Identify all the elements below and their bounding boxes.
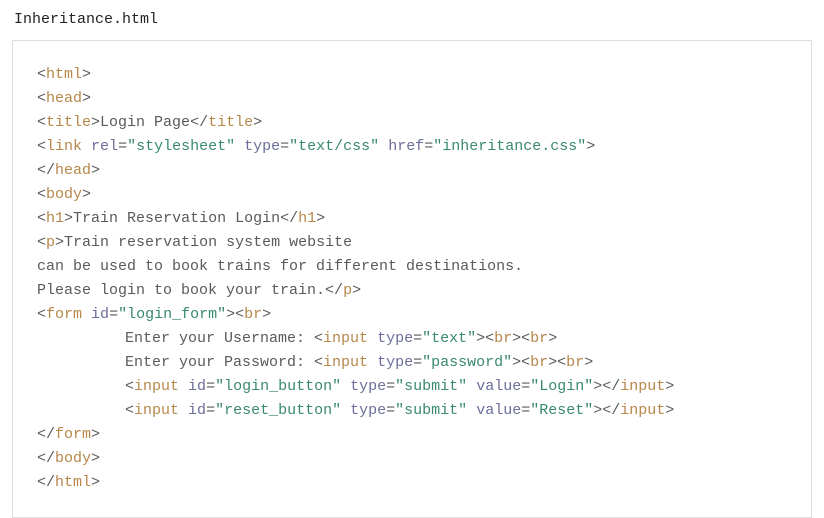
h1-text: Train Reservation Login (73, 210, 280, 227)
password-type: "password" (422, 354, 512, 371)
login-id: "login_button" (215, 378, 341, 395)
link-type: "text/css" (289, 138, 379, 155)
code-block: <html><head><title>Login Page</title><li… (12, 40, 812, 518)
username-type: "text" (422, 330, 476, 347)
password-label: Enter your Password: (125, 354, 314, 371)
form-id: "login_form" (118, 306, 226, 323)
reset-value: "Reset" (530, 402, 593, 419)
login-type: "submit" (395, 378, 467, 395)
link-href: "inheritance.css" (433, 138, 586, 155)
login-value: "Login" (530, 378, 593, 395)
reset-id: "reset_button" (215, 402, 341, 419)
username-label: Enter your Username: (125, 330, 314, 347)
p-line3: Please login to book your train. (37, 282, 325, 299)
reset-type: "submit" (395, 402, 467, 419)
p-line1: Train reservation system website (64, 234, 352, 251)
title-text: Login Page (100, 114, 190, 131)
filename-label: Inheritance.html (0, 0, 824, 38)
link-rel: "stylesheet" (127, 138, 235, 155)
p-line2: can be used to book trains for different… (37, 258, 523, 275)
